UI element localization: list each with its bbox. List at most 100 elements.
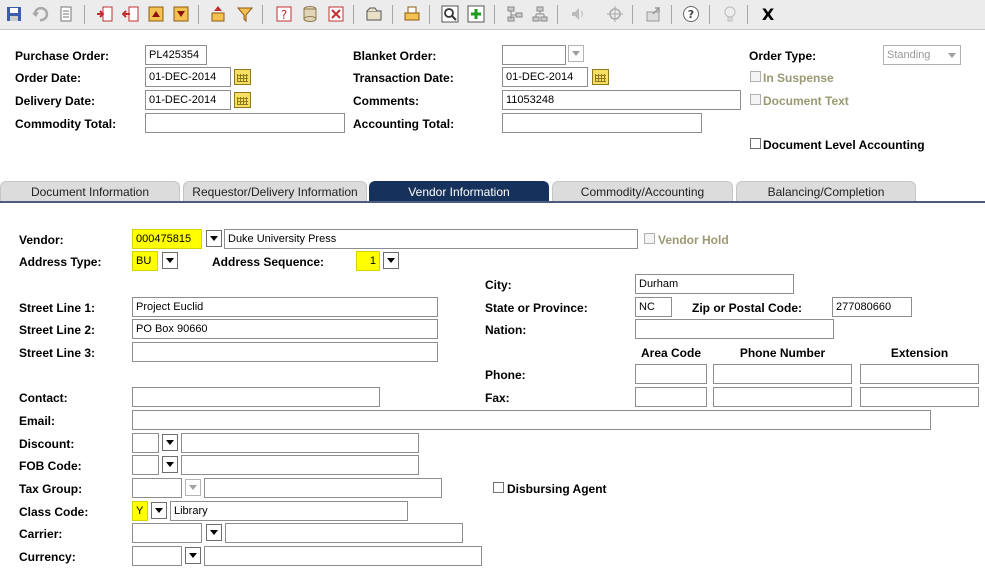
order-date-field[interactable]: 01-DEC-2014 — [145, 67, 231, 87]
search-icon[interactable] — [441, 5, 459, 23]
exit-icon[interactable]: X — [759, 5, 777, 24]
comments-field[interactable]: 11053248 — [502, 90, 741, 110]
tab-commodity-accounting[interactable]: Commodity/Accounting — [552, 181, 733, 202]
tab-balancing-completion[interactable]: Balancing/Completion — [736, 181, 916, 202]
class-code-desc-field: Library — [170, 501, 408, 521]
help-icon[interactable]: ? — [275, 5, 293, 23]
accounting-total-field[interactable] — [502, 113, 702, 133]
blanket-order-field[interactable] — [502, 45, 566, 65]
currency-field[interactable] — [132, 546, 182, 566]
delivery-date-label: Delivery Date: — [15, 94, 96, 108]
delivery-date-field[interactable]: 01-DEC-2014 — [145, 90, 231, 110]
tree-icon[interactable] — [506, 5, 524, 23]
tab-document-information[interactable]: Document Information — [0, 181, 180, 202]
email-label: Email: — [19, 414, 56, 428]
remove-record-icon[interactable] — [122, 5, 140, 23]
address-type-label: Address Type: — [19, 255, 102, 269]
street-line-1-field[interactable]: Project Euclid — [132, 297, 438, 317]
cancel-query-icon[interactable] — [327, 5, 345, 23]
class-code-dropdown[interactable] — [151, 502, 167, 519]
city-field[interactable]: Durham — [635, 274, 794, 294]
svg-text:?: ? — [688, 8, 694, 21]
street-line-2-field[interactable]: PO Box 90660 — [132, 319, 438, 339]
tax-group-dropdown[interactable] — [185, 479, 201, 496]
tax-group-field[interactable] — [132, 478, 182, 498]
tax-group-desc-field — [204, 478, 442, 498]
fob-code-label: FOB Code: — [19, 459, 82, 473]
carrier-field[interactable] — [132, 523, 202, 543]
carrier-dropdown[interactable] — [206, 524, 222, 541]
vendor-id-field[interactable]: 000475815 — [132, 229, 202, 249]
purchase-order-label: Purchase Order: — [15, 49, 110, 63]
transaction-date-field[interactable]: 01-DEC-2014 — [502, 67, 588, 87]
online-help-icon[interactable]: ? — [682, 5, 700, 23]
commodity-total-field[interactable] — [145, 113, 345, 133]
print-icon[interactable] — [57, 5, 75, 23]
document-text-checkbox[interactable] — [750, 94, 761, 105]
insert-record-icon[interactable] — [96, 5, 114, 23]
phone-label: Phone: — [485, 368, 526, 382]
save-icon[interactable] — [5, 5, 23, 23]
street-line-3-label: Street Line 3: — [19, 346, 96, 360]
fob-code-dropdown[interactable] — [162, 456, 178, 473]
phone-number-field[interactable] — [713, 364, 852, 384]
vendor-lookup-dropdown[interactable] — [206, 230, 222, 247]
next-block-icon[interactable] — [172, 5, 190, 23]
sound-icon[interactable] — [569, 5, 587, 23]
hierarchy-icon[interactable] — [531, 5, 549, 23]
blanket-order-dropdown[interactable] — [568, 45, 584, 62]
contact-field[interactable] — [132, 387, 380, 407]
calendar-icon[interactable] — [234, 92, 251, 108]
toolbar: ? ? X — [0, 0, 985, 30]
folder-icon[interactable] — [365, 5, 383, 23]
purchase-order-field[interactable]: PL425354 — [145, 45, 207, 65]
nation-field[interactable] — [635, 319, 834, 339]
lightbulb-icon[interactable] — [721, 5, 739, 23]
discount-dropdown[interactable] — [162, 434, 178, 451]
address-sequence-label: Address Sequence: — [212, 255, 325, 269]
phone-extension-field[interactable] — [860, 364, 979, 384]
in-suspense-checkbox[interactable] — [750, 71, 761, 82]
phone-area-code-field[interactable] — [635, 364, 707, 384]
currency-dropdown[interactable] — [185, 547, 201, 564]
address-type-field[interactable]: BU — [132, 251, 158, 271]
address-sequence-field[interactable]: 1 — [356, 251, 380, 271]
email-field[interactable] — [132, 410, 931, 430]
rollback-icon[interactable] — [31, 5, 49, 23]
export-icon[interactable] — [645, 5, 663, 23]
database-icon[interactable] — [301, 5, 319, 23]
print-doc-icon[interactable] — [403, 5, 421, 23]
zip-field[interactable]: 277080660 — [832, 297, 912, 317]
tab-vendor-information[interactable]: Vendor Information — [369, 181, 549, 202]
fax-area-code-field[interactable] — [635, 387, 707, 407]
previous-block-icon[interactable] — [147, 5, 165, 23]
area-code-header: Area Code — [640, 346, 702, 360]
insert-icon[interactable] — [467, 5, 485, 23]
vendor-label: Vendor: — [19, 233, 64, 247]
tax-group-label: Tax Group: — [19, 482, 83, 496]
crosshair-icon[interactable] — [606, 5, 624, 23]
carrier-desc-field — [225, 523, 463, 543]
state-field[interactable]: NC — [635, 297, 672, 317]
currency-desc-field — [204, 546, 482, 566]
document-level-accounting-checkbox[interactable] — [750, 138, 761, 149]
vendor-hold-label: Vendor Hold — [658, 233, 729, 247]
discount-code-field[interactable] — [132, 433, 159, 453]
fax-extension-field[interactable] — [860, 387, 979, 407]
calendar-icon[interactable] — [592, 69, 609, 85]
extension-header: Extension — [890, 346, 949, 360]
order-type-select[interactable]: Standing — [883, 45, 961, 65]
disbursing-agent-checkbox[interactable] — [493, 482, 504, 493]
tab-requestor-delivery-information[interactable]: Requestor/Delivery Information — [183, 181, 367, 202]
address-sequence-dropdown[interactable] — [383, 252, 399, 269]
vendor-hold-checkbox[interactable] — [644, 233, 655, 244]
document-level-accounting-label: Document Level Accounting — [763, 138, 925, 152]
options-icon[interactable] — [210, 5, 228, 23]
fax-number-field[interactable] — [713, 387, 852, 407]
address-type-dropdown[interactable] — [162, 252, 178, 269]
filter-icon[interactable] — [236, 5, 254, 23]
fob-code-field[interactable] — [132, 455, 159, 475]
street-line-3-field[interactable] — [132, 342, 438, 362]
calendar-icon[interactable] — [234, 69, 251, 85]
class-code-field[interactable]: Y — [132, 501, 148, 521]
